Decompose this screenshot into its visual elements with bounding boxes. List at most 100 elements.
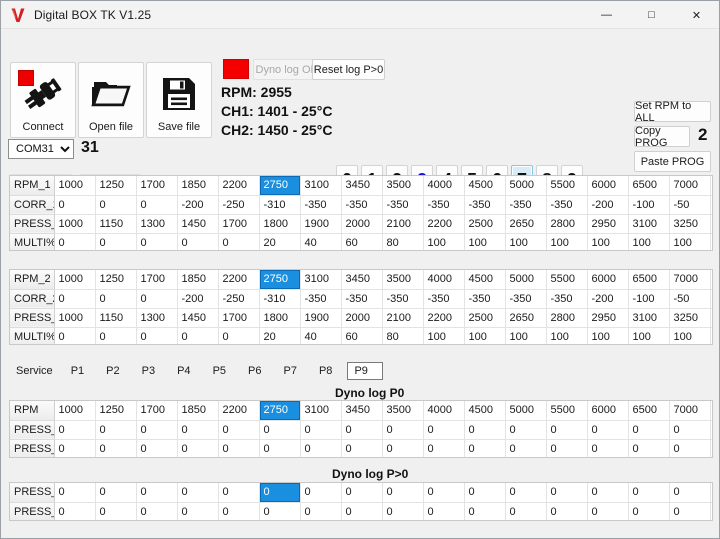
grid-cell[interactable]: 0 <box>628 439 670 457</box>
grid-cell[interactable]: 1850 <box>177 270 219 290</box>
grid-cell[interactable]: 0 <box>95 502 137 520</box>
grid-cell[interactable]: 2200 <box>218 401 260 421</box>
grid-cell[interactable]: 0 <box>628 483 670 503</box>
grid-cell[interactable]: 1450 <box>177 308 219 328</box>
grid-cell[interactable]: 1700 <box>218 308 260 328</box>
grid-cell[interactable]: 1150 <box>95 214 137 234</box>
grid-cell[interactable]: 0 <box>628 420 670 440</box>
dyno-log-pgt0-grid[interactable]: PRESS_10000000000000000PRESS_20000000000… <box>9 482 713 521</box>
grid-cell[interactable]: 0 <box>382 439 424 457</box>
grid-cell[interactable]: 0 <box>423 439 465 457</box>
grid-cell[interactable]: 0 <box>136 327 178 344</box>
grid-cell[interactable]: 2500 <box>464 214 506 234</box>
grid-cell[interactable]: 0 <box>136 195 178 215</box>
grid-cell[interactable]: 2750 <box>259 270 301 290</box>
grid-cell[interactable]: 1300 <box>136 214 178 234</box>
grid-cell[interactable]: 0 <box>95 233 137 250</box>
grid-cell[interactable]: 0 <box>341 483 383 503</box>
grid-cell[interactable]: 7000 <box>669 270 711 290</box>
grid-cell[interactable]: -350 <box>423 195 465 215</box>
minimize-button[interactable]: — <box>584 1 629 29</box>
grid-cell[interactable]: 6500 <box>628 176 670 196</box>
grid-cell[interactable]: -200 <box>177 195 219 215</box>
grid-cell[interactable]: 3450 <box>341 401 383 421</box>
tab-p3[interactable]: P3 <box>135 362 162 380</box>
grid-cell[interactable]: -350 <box>423 289 465 309</box>
grid-cell[interactable]: 0 <box>54 439 96 457</box>
grid-cell[interactable]: -310 <box>259 195 301 215</box>
dyno-log-p0-grid[interactable]: RPM 1000 1250 1700 1850 2200 2750 3100 3450 3500 4… <box>9 400 713 458</box>
grid-cell[interactable]: 0 <box>218 233 260 250</box>
grid-cell[interactable]: 2500 <box>464 308 506 328</box>
grid-cell[interactable]: 0 <box>54 483 96 503</box>
grid-cell[interactable]: 3100 <box>628 308 670 328</box>
grid-cell[interactable]: 6000 <box>587 401 629 421</box>
grid-cell[interactable]: 0 <box>95 195 137 215</box>
grid-cell[interactable]: 3500 <box>382 176 424 196</box>
grid-cell[interactable]: 0 <box>464 502 506 520</box>
grid-cell[interactable]: 3500 <box>382 270 424 290</box>
grid-cell[interactable]: 1700 <box>136 270 178 290</box>
grid-cell[interactable]: 40 <box>300 233 342 250</box>
grid-cell[interactable]: 0 <box>177 327 219 344</box>
grid-cell[interactable]: 1250 <box>95 401 137 421</box>
grid-cell[interactable]: 0 <box>95 289 137 309</box>
grid-cell[interactable]: 1250 <box>95 176 137 196</box>
grid-cell[interactable]: 0 <box>177 483 219 503</box>
grid-cell[interactable]: 1850 <box>177 401 219 421</box>
grid-cell[interactable]: 6500 <box>628 270 670 290</box>
grid-cell[interactable]: -50 <box>669 195 711 215</box>
grid-cell[interactable]: 1000 <box>54 176 96 196</box>
grid-cell[interactable]: 0 <box>382 420 424 440</box>
grid-cell[interactable]: -350 <box>464 195 506 215</box>
grid-cell[interactable]: 0 <box>95 420 137 440</box>
grid-cell[interactable]: 0 <box>669 439 711 457</box>
paste-prog-button[interactable]: Paste PROG <box>634 151 711 172</box>
grid-cell[interactable]: 5500 <box>546 270 588 290</box>
grid-cell[interactable]: 2950 <box>587 308 629 328</box>
grid-cell[interactable]: 0 <box>505 439 547 457</box>
grid-cell[interactable]: 4000 <box>423 176 465 196</box>
grid-cell[interactable]: 3250 <box>669 308 711 328</box>
grid-cell[interactable]: 5500 <box>546 401 588 421</box>
grid-cell[interactable]: 2750 <box>259 401 301 421</box>
grid-cell[interactable]: 2950 <box>587 214 629 234</box>
grid-cell[interactable]: 100 <box>546 233 588 250</box>
grid-cell[interactable]: 2650 <box>505 214 547 234</box>
prog2-data-grid[interactable]: RPM_2 1000 1250 1700 1850 2200 2750 3100 3450 350… <box>9 269 713 345</box>
grid-cell[interactable]: -200 <box>177 289 219 309</box>
grid-cell[interactable]: 2800 <box>546 308 588 328</box>
grid-cell[interactable]: 0 <box>300 483 342 503</box>
grid-cell[interactable]: 0 <box>546 483 588 503</box>
open-file-button[interactable]: Open file <box>78 62 144 138</box>
grid-cell[interactable]: 0 <box>669 502 711 520</box>
grid-cell[interactable]: 5000 <box>505 270 547 290</box>
grid-cell[interactable]: -200 <box>587 289 629 309</box>
grid-cell[interactable]: 3100 <box>300 401 342 421</box>
grid-cell[interactable]: 0 <box>587 439 629 457</box>
grid-cell[interactable]: 0 <box>300 420 342 440</box>
grid-cell[interactable]: 2100 <box>382 214 424 234</box>
connect-button[interactable]: Connect <box>10 62 76 138</box>
grid-cell[interactable]: 0 <box>95 439 137 457</box>
grid-cell[interactable]: 1900 <box>300 308 342 328</box>
prog1-data-grid[interactable]: RPM_1 1000 1250 1700 1850 2200 2750 3100 3450 350… <box>9 175 713 251</box>
grid-cell[interactable]: 0 <box>136 233 178 250</box>
grid-cell[interactable]: 0 <box>218 483 260 503</box>
grid-cell[interactable]: 20 <box>259 327 301 344</box>
grid-cell[interactable]: 3250 <box>669 214 711 234</box>
grid-cell[interactable]: 0 <box>259 439 301 457</box>
grid-cell[interactable]: 7000 <box>669 401 711 421</box>
grid-cell[interactable]: 0 <box>341 439 383 457</box>
grid-cell[interactable]: 0 <box>382 483 424 503</box>
grid-cell[interactable]: 0 <box>587 483 629 503</box>
grid-cell[interactable]: 2650 <box>505 308 547 328</box>
tab-p4[interactable]: P4 <box>170 362 197 380</box>
grid-cell[interactable]: 6000 <box>587 270 629 290</box>
grid-cell[interactable]: 1800 <box>259 214 301 234</box>
grid-cell[interactable]: 7000 <box>669 176 711 196</box>
grid-cell[interactable]: 2750 <box>259 176 301 196</box>
maximize-button[interactable]: □ <box>629 1 674 29</box>
grid-cell[interactable]: 0 <box>423 483 465 503</box>
tab-p7[interactable]: P7 <box>277 362 304 380</box>
